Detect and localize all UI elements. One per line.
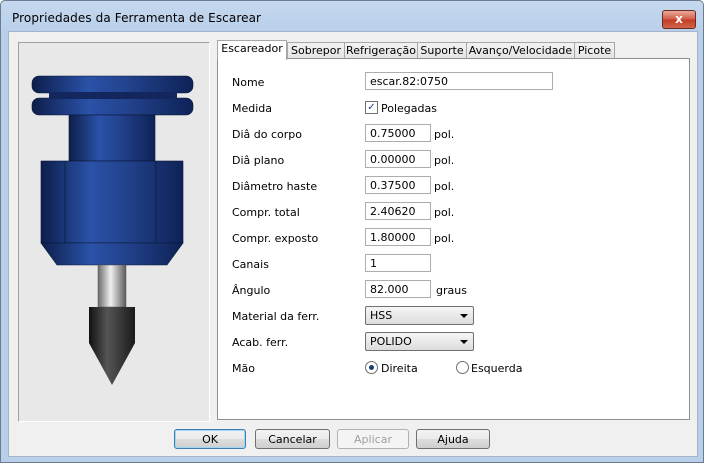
title-bar[interactable]: Propriedades da Ferramenta de Escarear x [1,1,703,35]
diametro-haste-unit: pol. [434,180,455,193]
compr-total-label: Compr. total [232,206,300,219]
close-button[interactable]: x [662,10,696,29]
tab-escareador[interactable]: Escareador [217,40,287,60]
dia-corpo-label: Diâ do corpo [232,128,302,141]
chevron-down-icon [460,314,468,318]
dia-corpo-unit: pol. [434,128,455,141]
dialog-client-area: Escareador Sobrepor Refrigeração Suporte… [8,31,698,457]
ok-button[interactable]: OK [174,429,246,449]
tab-picote[interactable]: Picote [574,42,615,59]
escareador-tab-panel: Nome escar.82:0750 Medida ✓ Polegadas Di… [217,58,690,420]
tab-suporte[interactable]: Suporte [417,42,467,59]
material-select[interactable]: HSS [365,306,474,325]
radio-direita[interactable] [365,361,378,374]
nome-label: Nome [232,76,265,89]
angulo-unit: graus [436,284,467,297]
acabamento-label: Acab. ferr. [232,336,289,349]
compr-total-input[interactable]: 2.40620 [365,202,431,220]
close-icon: x [675,12,683,26]
nome-input[interactable]: escar.82:0750 [365,72,553,90]
material-value: HSS [370,309,393,322]
canais-label: Canais [232,258,269,271]
dia-plano-unit: pol. [434,154,455,167]
help-button[interactable]: Ajuda [416,429,490,449]
mao-label: Mão [232,362,255,375]
acabamento-value: POLIDO [370,335,412,348]
compr-total-unit: pol. [434,206,455,219]
window-title: Propriedades da Ferramenta de Escarear [12,11,262,25]
tool-preview-panel [18,42,210,422]
compr-exposto-input[interactable]: 1.80000 [365,228,431,246]
radio-esquerda-label: Esquerda [471,362,523,375]
tab-refrigeracao[interactable]: Refrigeração [344,42,418,59]
radio-esquerda[interactable] [456,361,469,374]
dialog-window: Propriedades da Ferramenta de Escarear x [0,0,704,463]
dia-plano-label: Diâ plano [232,154,285,167]
polegadas-label: Polegadas [381,102,437,115]
diametro-haste-input[interactable]: 0.37500 [365,176,431,194]
compr-exposto-unit: pol. [434,232,455,245]
radio-direita-label: Direita [381,362,418,375]
angulo-input[interactable]: 82.000 [365,280,431,298]
countersink-tool-illustration [31,75,194,385]
polegadas-checkbox[interactable]: ✓ [365,101,378,114]
compr-exposto-label: Compr. exposto [232,232,319,245]
dia-plano-input[interactable]: 0.00000 [365,150,431,168]
acabamento-select[interactable]: POLIDO [365,332,474,351]
chevron-down-icon [460,340,468,344]
diametro-haste-label: Diâmetro haste [232,180,318,193]
angulo-label: Ângulo [232,284,271,297]
tab-avanco-velocidade[interactable]: Avanço/Velocidade [466,42,575,59]
tab-sobrepor[interactable]: Sobrepor [287,42,345,59]
material-label: Material da ferr. [232,310,320,323]
dia-corpo-input[interactable]: 0.75000 [365,124,431,142]
canais-input[interactable]: 1 [365,254,431,272]
apply-button[interactable]: Aplicar [337,429,409,449]
cancel-button[interactable]: Cancelar [255,429,330,449]
medida-label: Medida [232,102,273,115]
